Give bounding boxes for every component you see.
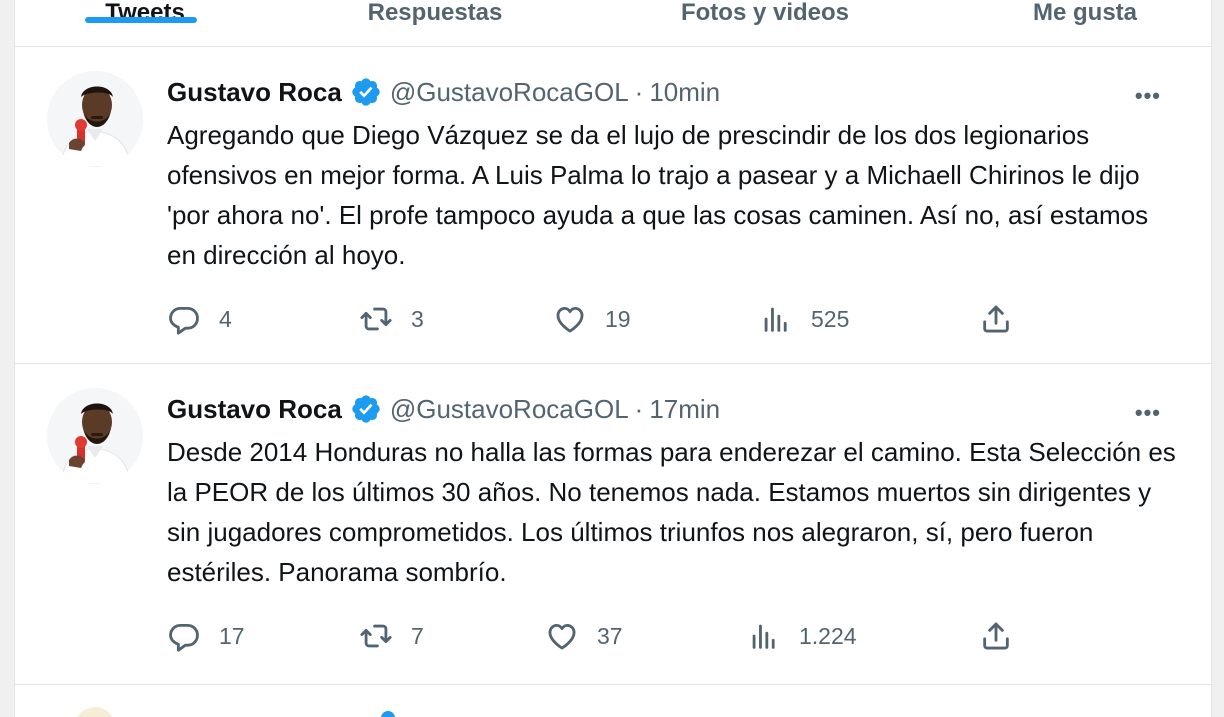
timestamp[interactable]: 17min <box>649 394 720 425</box>
more-icon[interactable]: ••• <box>1135 83 1161 109</box>
tab-replies[interactable]: Respuestas <box>315 0 555 46</box>
reply-icon <box>169 623 199 652</box>
timestamp[interactable]: 10min <box>649 77 720 108</box>
reply-count: 17 <box>219 622 245 649</box>
tab-likes[interactable]: Me gusta <box>985 0 1185 46</box>
separator-dot: · <box>634 393 644 424</box>
profile-tabs: Tweets Respuestas Fotos y videos Me gust… <box>15 0 1211 47</box>
retweet-button[interactable]: 3 <box>359 299 424 339</box>
heart-icon <box>548 623 576 650</box>
views-count: 1.224 <box>799 622 857 649</box>
tweet[interactable]: Gustavo Roca @GustavoRocaGOL · 10min •••… <box>15 47 1211 364</box>
reply-count: 4 <box>219 305 232 332</box>
retweet-icon <box>360 307 392 331</box>
reply-button[interactable]: 17 <box>167 616 245 656</box>
tab-tweets[interactable]: Tweets <box>75 0 215 46</box>
tweet-actions: 17 7 37 1.224 <box>167 616 1047 656</box>
author-name[interactable]: Gustavo Roca <box>167 77 342 108</box>
verified-badge-icon <box>381 711 395 717</box>
share-icon <box>983 622 1009 650</box>
avatar[interactable] <box>47 388 143 484</box>
heart-icon <box>556 306 584 333</box>
retweet-count: 3 <box>411 305 424 332</box>
more-icon[interactable]: ••• <box>1135 400 1161 426</box>
tweet[interactable] <box>15 685 1211 717</box>
tweet-text: Agregando que Diego Vázquez se da el luj… <box>167 120 1149 270</box>
profile-timeline: Tweets Respuestas Fotos y videos Me gust… <box>14 0 1212 717</box>
views-icon <box>764 307 787 332</box>
reply-button[interactable]: 4 <box>167 299 232 339</box>
views-count: 525 <box>811 305 850 332</box>
like-button[interactable]: 37 <box>545 616 623 656</box>
views-icon <box>752 624 775 649</box>
verified-badge-icon <box>352 395 380 423</box>
avatar[interactable] <box>75 707 115 717</box>
views-button[interactable]: 525 <box>759 299 849 339</box>
avatar-image <box>47 71 143 167</box>
verified-badge-icon <box>352 78 380 106</box>
retweet-count: 7 <box>411 622 424 649</box>
separator-dot: · <box>634 76 644 107</box>
author-name[interactable]: Gustavo Roca <box>167 394 342 425</box>
tweet[interactable]: Gustavo Roca @GustavoRocaGOL · 17min •••… <box>15 364 1211 685</box>
tweet-actions: 4 3 19 525 <box>167 299 1047 339</box>
retweet-icon <box>360 624 392 648</box>
tweet-header: Gustavo Roca @GustavoRocaGOL · 17min <box>167 392 720 426</box>
tweet-text: Desde 2014 Honduras no halla las formas … <box>167 437 1176 587</box>
retweet-button[interactable]: 7 <box>359 616 424 656</box>
avatar[interactable] <box>47 71 143 167</box>
author-handle[interactable]: @GustavoRocaGOL <box>390 394 629 425</box>
reply-icon <box>169 306 199 335</box>
like-count: 19 <box>605 305 631 332</box>
share-button[interactable] <box>979 299 1013 339</box>
share-button[interactable] <box>979 616 1013 656</box>
tab-media[interactable]: Fotos y videos <box>635 0 895 46</box>
share-icon <box>983 305 1009 333</box>
like-button[interactable]: 19 <box>553 299 631 339</box>
avatar-image <box>47 388 143 484</box>
active-tab-indicator <box>85 17 197 23</box>
like-count: 37 <box>597 622 623 649</box>
author-handle[interactable]: @GustavoRocaGOL <box>390 77 629 108</box>
views-button[interactable]: 1.224 <box>747 616 857 656</box>
tweet-header: Gustavo Roca @GustavoRocaGOL · 10min <box>167 75 720 109</box>
